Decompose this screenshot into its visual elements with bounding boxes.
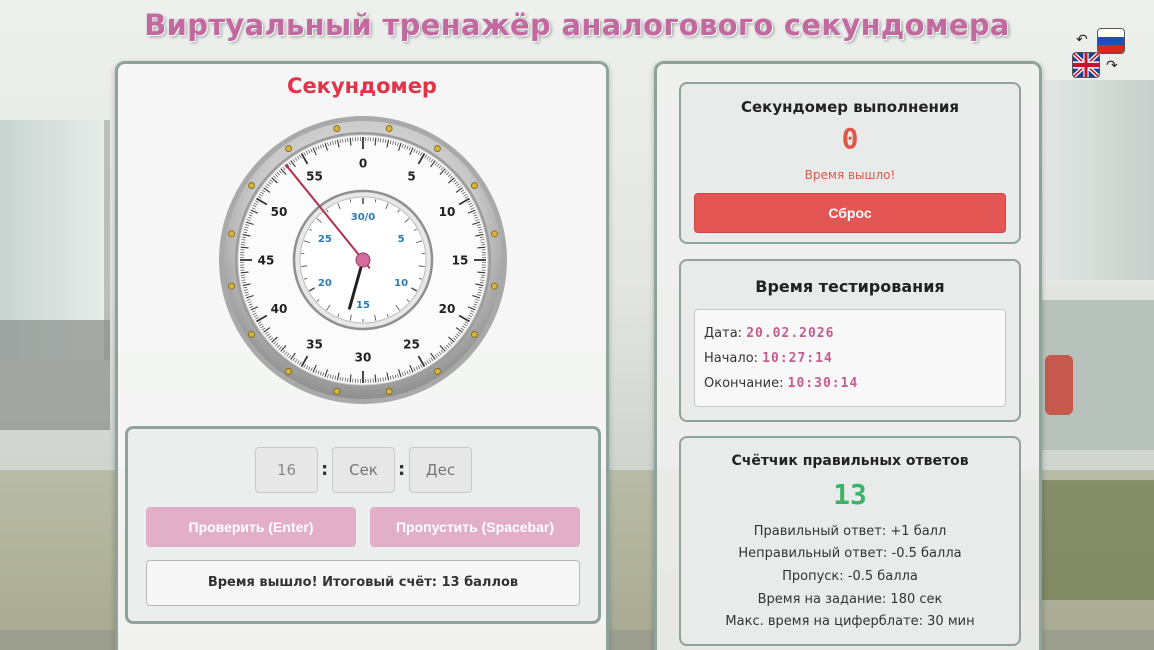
reset-button[interactable]: Сброс [694, 193, 1006, 233]
outer-dial-number: 45 [258, 254, 275, 268]
stopwatch-panel: Секундомер 0 5 10 15 20 25 30 35 40 45 50 55 30/0 5 1… [115, 61, 609, 650]
testing-time-card: Время тестирования Дата: 20.02.2026 Нача… [679, 259, 1021, 422]
rim-screw [471, 182, 478, 189]
answer-controls: : : Проверить (Enter) Пропустить (Spaceb… [125, 426, 601, 624]
rim-screw [385, 125, 393, 132]
outer-dial-number: 55 [306, 169, 323, 183]
start-label: Начало: [704, 351, 759, 366]
date-label: Дата: [704, 326, 743, 341]
outer-dial-number: 25 [403, 338, 420, 352]
tenths-input[interactable] [409, 447, 472, 493]
testing-time-heading: Время тестирования [755, 277, 945, 296]
rule-skip: Пропуск: -0.5 балла [782, 569, 918, 584]
inner-dial-number: 5 [398, 234, 405, 245]
testing-time-box: Дата: 20.02.2026 Начало: 10:27:14 Оконча… [694, 309, 1006, 407]
check-button[interactable]: Проверить (Enter) [146, 507, 356, 547]
outer-dial-number: 20 [439, 302, 456, 316]
uk-flag-icon[interactable] [1072, 52, 1100, 78]
end-label: Окончание: [704, 376, 784, 391]
swap-arrow-icon: ↷ [1106, 58, 1118, 74]
separator: : [398, 459, 406, 480]
rim-screw [385, 388, 393, 395]
rim-screw [491, 230, 498, 238]
rim-screw [248, 331, 255, 338]
outer-dial-number: 5 [407, 169, 415, 183]
hand-pivot [355, 252, 371, 268]
outer-dial-number: 0 [359, 157, 367, 171]
info-panel: Секундомер выполнения 0 Время вышло! Сбр… [654, 61, 1042, 650]
rim-screw [471, 331, 478, 338]
separator: : [321, 459, 329, 480]
outer-dial-number: 15 [452, 254, 469, 268]
end-row: Окончание: 10:30:14 [704, 376, 858, 391]
rim-screw [333, 125, 341, 132]
analog-stopwatch-dial: 0 5 10 15 20 25 30 35 40 45 50 55 30/0 5 10 15 20 25 [219, 116, 507, 404]
outer-dial-number: 10 [439, 205, 456, 219]
result-message: Время вышло! Итоговый счёт: 13 баллов [146, 560, 580, 606]
russia-flag-icon[interactable] [1097, 28, 1125, 54]
rule-incorrect: Неправильный ответ: -0.5 балла [738, 546, 962, 561]
inner-dial-number: 10 [394, 278, 408, 289]
rim-screw [228, 282, 235, 290]
execution-heading: Секундомер выполнения [740, 98, 960, 116]
rim-screw [285, 145, 292, 152]
page-title: Виртуальный тренажёр аналогового секундо… [144, 8, 1010, 42]
time-inputs: : : [128, 447, 598, 493]
end-value: 10:30:14 [787, 376, 859, 391]
date-row: Дата: 20.02.2026 [704, 326, 834, 341]
rim-screw [248, 182, 255, 189]
start-row: Начало: 10:27:14 [704, 351, 833, 366]
score-counter-card: Счётчик правильных ответов 13 Правильный… [679, 436, 1021, 646]
counter-heading: Счётчик правильных ответов [731, 453, 969, 469]
date-value: 20.02.2026 [746, 326, 835, 341]
execution-status: Время вышло! [804, 168, 896, 182]
language-switcher[interactable]: ↶ ↷ [1070, 28, 1130, 84]
inner-dial-number: 30/0 [351, 212, 376, 223]
rim-screw [333, 388, 341, 395]
rule-correct: Правильный ответ: +1 балл [753, 524, 947, 539]
rim-screw [434, 145, 441, 152]
outer-dial-number: 50 [271, 205, 288, 219]
execution-timer-card: Секундомер выполнения 0 Время вышло! Сбр… [679, 82, 1021, 244]
rim-screw [434, 368, 441, 375]
rim-screw [491, 282, 498, 290]
swap-arrow-icon: ↶ [1076, 32, 1088, 48]
inner-dial-number: 25 [318, 234, 332, 245]
outer-dial-number: 35 [306, 338, 323, 352]
outer-dial-number: 30 [355, 351, 372, 365]
rule-max-time: Макс. время на циферблате: 30 мин [725, 614, 975, 629]
seconds-input[interactable] [332, 447, 395, 493]
start-value: 10:27:14 [762, 351, 833, 366]
inner-dial-number: 20 [318, 278, 332, 289]
rule-task-time: Время на задание: 180 сек [757, 592, 943, 607]
execution-value: 0 [841, 122, 859, 155]
stopwatch-heading: Секундомер [287, 74, 437, 98]
inner-dial-number: 15 [356, 300, 370, 311]
counter-value: 13 [833, 478, 867, 511]
rim-screw [228, 230, 235, 238]
rim-screw [285, 368, 292, 375]
outer-dial-number: 40 [271, 302, 288, 316]
skip-button[interactable]: Пропустить (Spacebar) [370, 507, 580, 547]
minutes-input[interactable] [255, 447, 318, 493]
